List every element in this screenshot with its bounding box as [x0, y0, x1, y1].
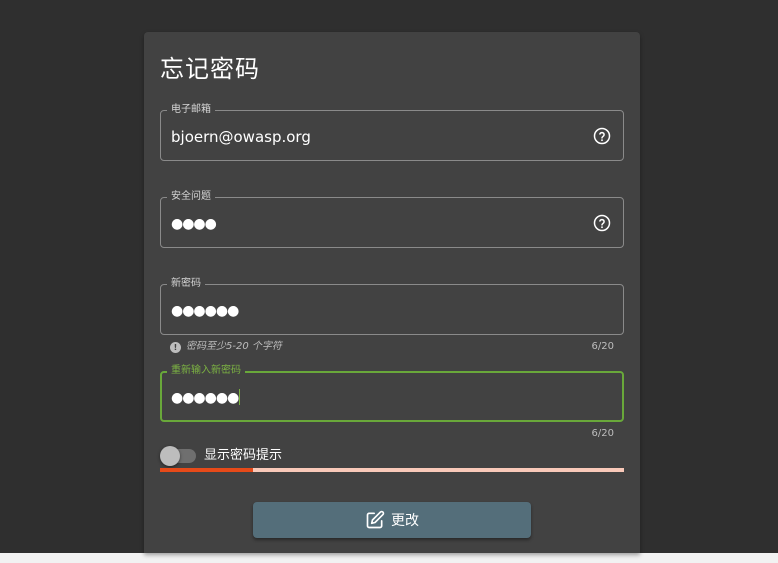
- repeat-password-input-area[interactable]: ●●●●●●: [171, 389, 241, 407]
- security-answer-label: 安全问题: [167, 190, 215, 204]
- password-strength-bar: [160, 468, 624, 472]
- page-bottom-strip: [0, 553, 778, 563]
- info-icon: !: [170, 342, 181, 353]
- new-password-label: 新密码: [167, 277, 205, 291]
- password-hint: ! 密码至少5-20 个字符: [170, 341, 282, 353]
- password-hint-text: 密码至少5-20 个字符: [186, 341, 282, 352]
- new-password-value[interactable]: ●●●●●●: [171, 302, 239, 320]
- repeat-password-label: 重新输入新密码: [167, 364, 245, 378]
- page-title: 忘记密码: [160, 55, 260, 83]
- security-answer-field[interactable]: 安全问题 ●●●●: [160, 190, 624, 248]
- repeat-password-counter: 6/20: [591, 428, 614, 439]
- repeat-password-field[interactable]: 重新输入新密码 ●●●●●●: [160, 364, 624, 422]
- security-answer-value[interactable]: ●●●●: [171, 215, 217, 233]
- show-password-hint-toggle[interactable]: [160, 446, 196, 466]
- change-password-button[interactable]: 更改: [253, 502, 531, 538]
- password-strength-fill: [160, 468, 253, 472]
- question-circle-icon[interactable]: [593, 214, 611, 232]
- text-caret: [239, 389, 241, 405]
- new-password-field[interactable]: 新密码 ●●●●●●: [160, 277, 624, 335]
- new-password-counter: 6/20: [591, 341, 614, 352]
- repeat-password-value: ●●●●●●: [171, 390, 239, 406]
- toggle-thumb[interactable]: [160, 446, 180, 466]
- email-field-label: 电子邮箱: [167, 103, 215, 117]
- change-password-button-label: 更改: [391, 513, 419, 529]
- forgot-password-card: 忘记密码 电子邮箱 bjoern@owasp.org 安全问题 ●●●● 新密码…: [144, 32, 640, 553]
- show-password-hint-label[interactable]: 显示密码提示: [204, 447, 282, 465]
- email-field-value[interactable]: bjoern@owasp.org: [171, 128, 311, 146]
- email-field[interactable]: 电子邮箱 bjoern@owasp.org: [160, 103, 624, 161]
- edit-icon: [366, 510, 385, 529]
- question-circle-icon[interactable]: [593, 127, 611, 145]
